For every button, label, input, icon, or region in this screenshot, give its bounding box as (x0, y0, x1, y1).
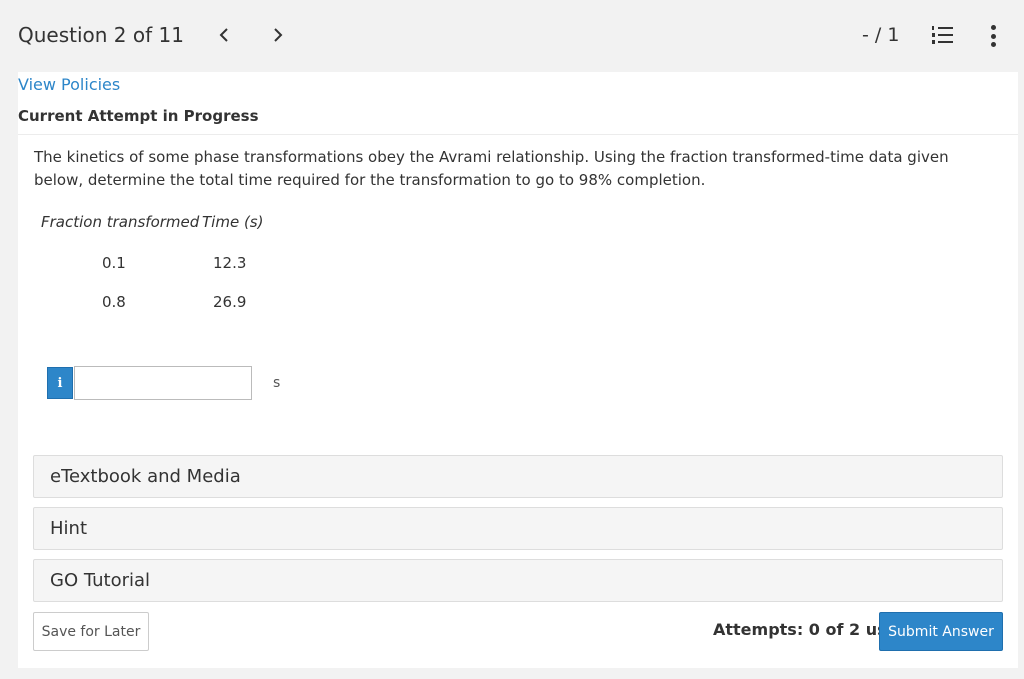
question-text: The kinetics of some phase transformatio… (34, 148, 949, 189)
more-options-button[interactable] (986, 23, 1000, 49)
view-policies-link[interactable]: View Policies (18, 75, 120, 94)
numbered-list-icon (932, 26, 953, 44)
question-list-button[interactable] (932, 24, 954, 46)
go-tutorial-section[interactable]: GO Tutorial (33, 559, 1003, 602)
etextbook-media-section[interactable]: eTextbook and Media (33, 455, 1003, 498)
next-question-button[interactable] (266, 22, 290, 48)
question-counter: Question 2 of 11 (18, 23, 184, 47)
info-icon[interactable]: i (47, 367, 73, 399)
hint-section[interactable]: Hint (33, 507, 1003, 550)
kebab-dot-icon (990, 33, 996, 39)
chevron-left-icon (219, 28, 228, 42)
table-header-fraction: Fraction transformed (41, 213, 200, 231)
chevron-right-icon (274, 28, 283, 42)
kebab-dot-icon (990, 42, 996, 47)
question-panel: View Policies Current Attempt in Progres… (18, 72, 1018, 668)
previous-question-button[interactable] (212, 22, 236, 48)
save-for-later-button[interactable]: Save for Later (33, 612, 149, 651)
answer-unit: s (273, 375, 281, 391)
table-cell: 0.1 (102, 254, 126, 272)
question-score: - / 1 (862, 24, 900, 46)
table-header-time: Time (s) (202, 213, 264, 231)
question-header: Question 2 of 11 - / 1 (0, 0, 1024, 72)
submit-answer-button[interactable]: Submit Answer (879, 612, 1003, 651)
table-cell: 12.3 (213, 254, 247, 272)
divider (18, 134, 1018, 135)
table-cell: 26.9 (213, 293, 247, 311)
answer-input[interactable] (74, 366, 252, 400)
attempt-status: Current Attempt in Progress (18, 107, 259, 125)
kebab-dot-icon (990, 25, 996, 30)
table-cell: 0.8 (102, 293, 126, 311)
